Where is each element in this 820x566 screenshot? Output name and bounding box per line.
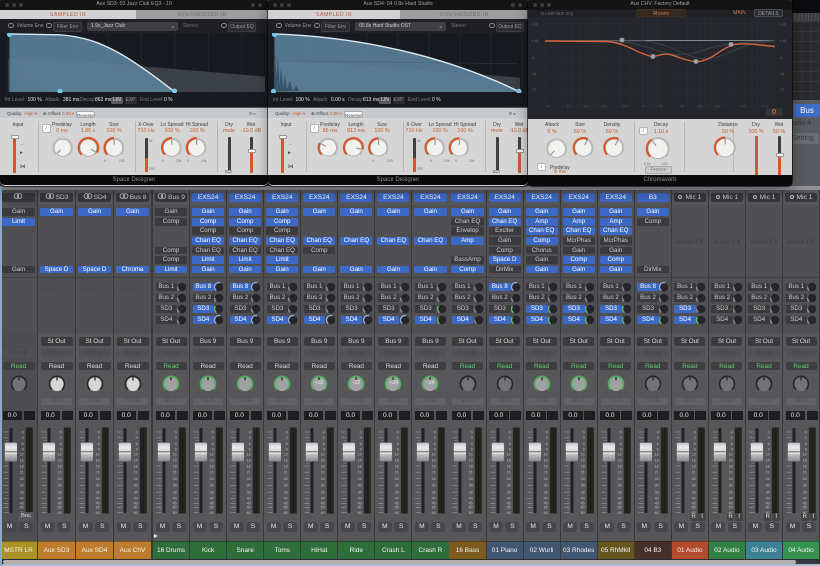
- svg-text:2K: 2K: [659, 105, 664, 109]
- svg-text:-9: -9: [531, 56, 534, 60]
- svg-text:9 dB: 9 dB: [779, 23, 787, 27]
- svg-text:50K: 50K: [740, 105, 747, 109]
- svg-text:100: 100: [583, 105, 589, 109]
- svg-text:20K: 20K: [715, 105, 722, 109]
- svg-text:200: 200: [601, 105, 607, 109]
- svg-text:9 dB: 9 dB: [531, 23, 539, 27]
- svg-text:-27: -27: [779, 88, 784, 92]
- svg-text:-18: -18: [531, 72, 536, 76]
- svg-text:-18: -18: [779, 72, 784, 76]
- svg-text:5K: 5K: [680, 105, 685, 109]
- svg-text:500: 500: [622, 105, 628, 109]
- svg-text:1K: 1K: [641, 105, 646, 109]
- svg-text:20: 20: [546, 105, 550, 109]
- svg-text:-9: -9: [779, 56, 782, 60]
- svg-text:0 dB: 0 dB: [779, 39, 787, 43]
- svg-text:50: 50: [566, 105, 570, 109]
- svg-text:10K: 10K: [697, 105, 704, 109]
- svg-text:0 dB: 0 dB: [531, 39, 539, 43]
- svg-text:-27: -27: [531, 88, 536, 92]
